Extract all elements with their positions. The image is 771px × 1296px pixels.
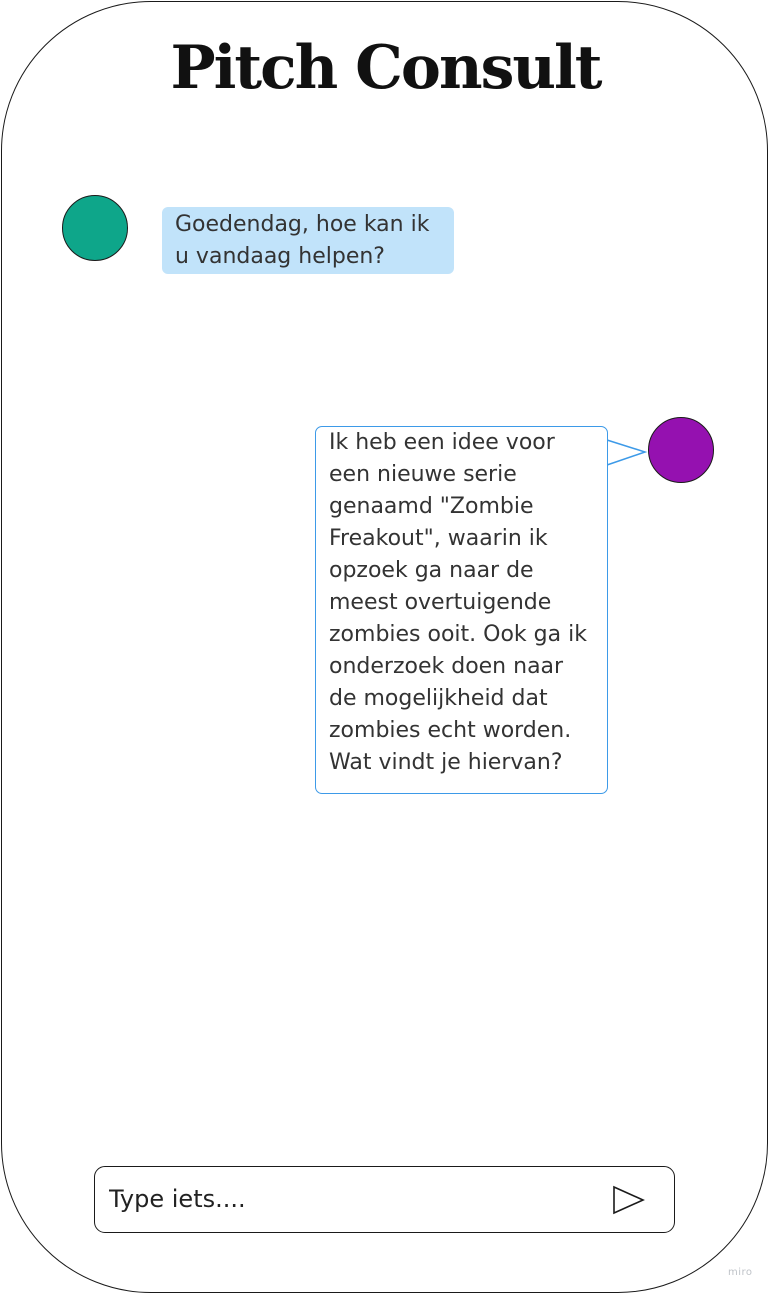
bot-avatar bbox=[62, 195, 128, 261]
message-input[interactable] bbox=[109, 1177, 579, 1221]
page-title: Pitch Consult bbox=[170, 33, 603, 103]
send-triangle-icon[interactable] bbox=[611, 1184, 647, 1216]
user-message-bubble: Ik heb een idee voor een nieuwe serie ge… bbox=[315, 426, 608, 794]
bot-message-bubble: Goedendag, hoe kan ik u vandaag helpen? bbox=[162, 207, 454, 274]
message-composer bbox=[94, 1166, 675, 1233]
user-avatar bbox=[648, 417, 714, 483]
user-bubble-tail-icon bbox=[605, 438, 648, 466]
miro-watermark: miro bbox=[728, 1267, 753, 1278]
